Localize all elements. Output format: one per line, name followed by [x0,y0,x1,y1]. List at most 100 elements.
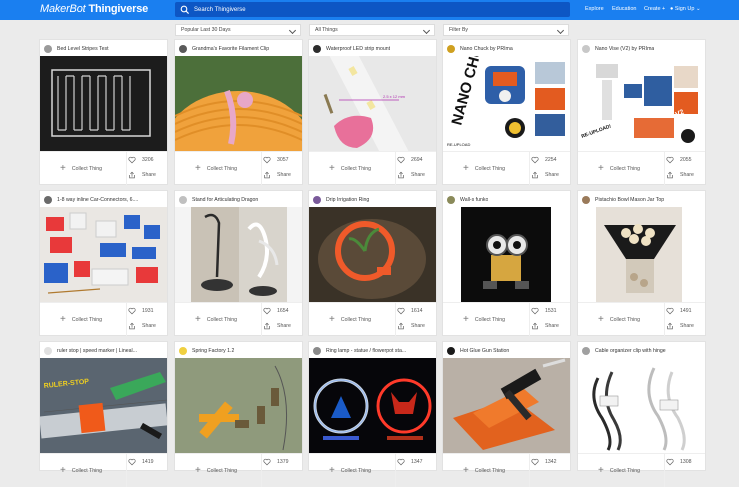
thing-card[interactable]: Cable organizer clip with hinge + Collect… [578,342,705,487]
thing-card[interactable]: Spring Factory 1.2 + Collect Thing 1379 [175,342,302,487]
like-button[interactable]: 1614 [397,307,423,315]
thing-title[interactable]: Grandma's Favorite Filament Clip [192,46,269,52]
sort-dropdown[interactable]: Popular Last 30 Days [175,24,301,36]
like-button[interactable]: 1308 [666,458,692,466]
avatar[interactable] [44,45,52,53]
like-button[interactable]: 1419 [128,458,154,466]
thing-card[interactable]: Drip Irrigation Ring + Collect Thing 1614… [309,191,436,336]
thing-card[interactable]: Hot Glue Gun Station + Collect Thing 1342 [443,342,570,487]
collect-thing-button[interactable]: + Collect Thing [309,152,396,185]
collect-thing-button[interactable]: + Collect Thing [578,152,665,185]
nav-signup[interactable]: ● Sign Up ⌄ [670,6,701,12]
thing-title[interactable]: Nano Chuck by PRIma [460,46,513,52]
search-bar[interactable]: Search Thingiverse [175,2,570,17]
collect-thing-button[interactable]: + Collect Thing [443,303,530,336]
avatar[interactable] [179,45,187,53]
collect-thing-button[interactable]: + Collect Thing [175,454,262,487]
like-button[interactable]: 1347 [397,458,423,466]
thing-thumbnail[interactable] [309,358,436,453]
thing-title[interactable]: Cable organizer clip with hinge [595,348,666,354]
share-button[interactable]: Share [128,322,156,330]
thing-thumbnail[interactable] [175,56,302,151]
thing-title[interactable]: Pistachio Bowl Mason Jar Top [595,197,664,203]
collect-thing-button[interactable]: + Collect Thing [40,152,127,185]
thing-title[interactable]: Spring Factory 1.2 [192,348,234,354]
thing-title[interactable]: Stand for Articulating Dragon [192,197,258,203]
thing-thumbnail[interactable] [175,207,302,302]
thing-thumbnail[interactable] [443,207,570,302]
collect-thing-button[interactable]: + Collect Thing [309,303,396,336]
filter-dropdown[interactable]: Filter By [443,24,569,36]
thing-card[interactable]: Waterproof LED strip mount 2.5 x 12 mm +… [309,40,436,185]
like-button[interactable]: 1654 [263,307,289,315]
thing-thumbnail[interactable] [578,207,705,302]
avatar[interactable] [313,347,321,355]
thing-thumbnail[interactable]: RULER-STOP [40,358,167,453]
category-dropdown[interactable]: All Things [309,24,435,36]
collect-thing-button[interactable]: + Collect Thing [175,152,262,185]
share-button[interactable]: Share [531,171,559,179]
thing-thumbnail[interactable] [309,207,436,302]
avatar[interactable] [313,45,321,53]
share-button[interactable]: Share [666,322,694,330]
nav-create[interactable]: Create + [644,6,665,12]
collect-thing-button[interactable]: + Collect Thing [443,454,530,487]
thing-card[interactable]: Pistachio Bowl Mason Jar Top + Collect Th… [578,191,705,336]
thing-thumbnail[interactable] [578,358,705,453]
like-button[interactable]: 3206 [128,156,154,164]
collect-thing-button[interactable]: + Collect Thing [578,303,665,336]
thing-card[interactable]: Grandma's Favorite Filament Clip + Collec… [175,40,302,185]
thing-thumbnail[interactable]: NANO VISE V2 RE-UPLOAD! [578,56,705,151]
like-button[interactable]: 1342 [531,458,557,466]
nav-explore[interactable]: Explore [585,6,604,12]
thing-card[interactable]: Nano Chuck by PRIma NANO CHUCK RE-UPLOAD… [443,40,570,185]
thing-title[interactable]: Bed Level Stripes Test [57,46,109,52]
collect-thing-button[interactable]: + Collect Thing [443,152,530,185]
avatar[interactable] [447,347,455,355]
like-button[interactable]: 2254 [531,156,557,164]
avatar[interactable] [447,196,455,204]
thing-title[interactable]: Nano Vise (V2) by PRIma [595,46,654,52]
like-button[interactable]: 3057 [263,156,289,164]
thing-title[interactable]: Waterproof LED strip mount [326,46,390,52]
thing-card[interactable]: Ring lamp - statue / flowerpot sta... + C… [309,342,436,487]
share-button[interactable]: Share [128,171,156,179]
thing-title[interactable]: Hot Glue Gun Station [460,348,509,354]
thing-card[interactable]: Stand for Articulating Dragon + Collect T… [175,191,302,336]
avatar[interactable] [44,196,52,204]
collect-thing-button[interactable]: + Collect Thing [40,303,127,336]
thing-card[interactable]: 1-8 way inline Car-Connectors, 6.... + Co… [40,191,167,336]
thing-thumbnail[interactable] [175,358,302,453]
thing-thumbnail[interactable]: 2.5 x 12 mm [309,56,436,151]
share-button[interactable]: Share [531,322,559,330]
avatar[interactable] [313,196,321,204]
avatar[interactable] [44,347,52,355]
search-placeholder[interactable]: Search Thingiverse [194,7,246,13]
avatar[interactable] [582,196,590,204]
share-button[interactable]: Share [397,322,425,330]
like-button[interactable]: 2055 [666,156,692,164]
thing-card[interactable]: Wall-s funko + Collect Thing 1531 Share [443,191,570,336]
collect-thing-button[interactable]: + Collect Thing [309,454,396,487]
thing-title[interactable]: Wall-s funko [460,197,488,203]
like-button[interactable]: 1379 [263,458,289,466]
share-button[interactable]: Share [263,322,291,330]
share-button[interactable]: Share [397,171,425,179]
collect-thing-button[interactable]: + Collect Thing [40,454,127,487]
avatar[interactable] [179,196,187,204]
thing-title[interactable]: Ring lamp - statue / flowerpot sta... [326,348,406,354]
avatar[interactable] [447,45,455,53]
avatar[interactable] [582,45,590,53]
like-button[interactable]: 1931 [128,307,154,315]
avatar[interactable] [582,347,590,355]
thing-card[interactable]: Bed Level Stripes Test + Collect Thing 32… [40,40,167,185]
collect-thing-button[interactable]: + Collect Thing [578,454,665,487]
like-button[interactable]: 1491 [666,307,692,315]
thing-title[interactable]: ruler stop | speed marker | Lineal... [57,348,137,354]
thing-thumbnail[interactable] [40,207,167,302]
nav-education[interactable]: Education [612,6,636,12]
thingiverse-logo[interactable]: MakerBot Thingiverse [40,3,148,15]
like-button[interactable]: 1531 [531,307,557,315]
thing-title[interactable]: 1-8 way inline Car-Connectors, 6.... [57,197,138,203]
collect-thing-button[interactable]: + Collect Thing [175,303,262,336]
